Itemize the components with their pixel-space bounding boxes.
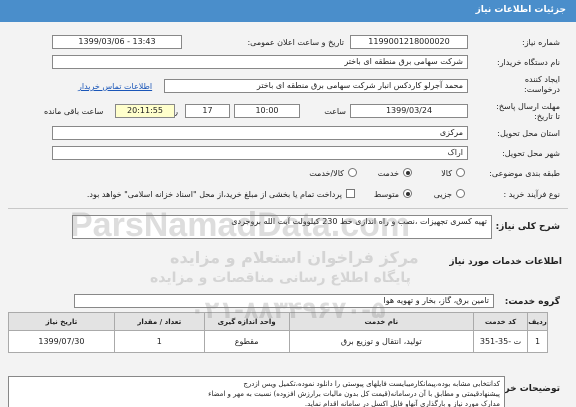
process-radio-minor[interactable] — [456, 189, 465, 198]
col-header-quantity: تعداد / مقدار — [113, 312, 205, 331]
category-radio-service[interactable] — [403, 168, 412, 177]
cell-code: ت -35-351 — [473, 330, 529, 353]
service-group-field: تامین برق، گاز، بخار و تهویه هوا — [74, 294, 494, 308]
buyer-contact-link[interactable]: اطلاعات تماس خریدار — [78, 82, 152, 91]
col-header-row: ردیف — [527, 312, 548, 331]
process-option-medium: متوسط — [373, 190, 399, 199]
divider — [8, 208, 568, 209]
process-label: نوع فرآیند خرید : — [503, 190, 560, 199]
page-title: جزئیات اطلاعات نیاز — [475, 5, 566, 15]
page-header: جزئیات اطلاعات نیاز — [0, 0, 576, 22]
city-field: اراک — [52, 146, 468, 160]
buyer-notes-field: کدانتخابی مشابه بوده،پیمانکارمیبایست فای… — [8, 376, 505, 407]
remaining-time-label: ساعت باقی مانده — [44, 107, 104, 116]
category-radio-goods-service[interactable] — [348, 168, 357, 177]
city-label: شهر محل تحویل: — [502, 149, 560, 158]
category-radio-goods[interactable] — [456, 168, 465, 177]
province-field: مرکزی — [52, 126, 468, 140]
process-option-minor: جزیی — [433, 190, 452, 199]
cell-unit: مقطوع — [203, 330, 290, 353]
need-number-field: 1199001218000020 — [350, 35, 468, 49]
creator-label: ایجاد کننده درخواست: — [524, 75, 560, 94]
province-label: استان محل تحویل: — [497, 129, 560, 138]
buyer-name-label: نام دستگاه خریدار: — [497, 58, 560, 67]
services-section-title: اطلاعات خدمات مورد نیاز — [449, 257, 562, 267]
announce-date-field: 1399/03/06 - 13:43 — [52, 35, 182, 49]
deadline-date-field: 1399/03/24 — [350, 104, 468, 118]
cell-name: تولید، انتقال و توزیع برق — [288, 330, 475, 353]
col-header-name: نام خدمت — [288, 312, 475, 331]
summary-field: تهیه کسری تجهیزات ،نصب و راه اندازی خط 2… — [72, 215, 492, 239]
details-panel: شماره نیاز: 1199001218000020 تاریخ و ساع… — [0, 22, 576, 407]
cell-row: 1 — [527, 330, 548, 353]
services-table: ردیف کد خدمت نام خدمت واحد اندازه گیری ت… — [8, 312, 548, 353]
watermark-slogan: مرکز فراخوان استعلام و مزایده — [170, 248, 419, 267]
creator-field: محمد آجرلو کاردکس انبار شرکت سهامی برق م… — [164, 79, 468, 93]
deadline-time-label: ساعت — [324, 107, 346, 116]
treasury-payment-note: پرداخت تمام یا بخشی از مبلغ خرید،از محل … — [86, 190, 342, 199]
category-option-service: خدمت — [377, 169, 399, 178]
remaining-time-field: 20:11:55 — [115, 104, 175, 118]
announce-date-label: تاریخ و ساعت اعلان عمومی: — [247, 38, 344, 47]
service-group-label: گروه خدمت: — [504, 297, 560, 307]
cell-need-date: 1399/07/30 — [8, 330, 115, 353]
treasury-payment-checkbox[interactable] — [346, 189, 355, 198]
category-option-goods-service: کالا/خدمت — [309, 169, 344, 178]
process-radio-medium[interactable] — [403, 189, 412, 198]
table-row: 1 ت -35-351 تولید، انتقال و توزیع برق مق… — [8, 330, 548, 353]
col-header-code: کد خدمت — [473, 312, 529, 331]
category-label: طبقه بندی موضوعی: — [489, 169, 560, 178]
need-number-label: شماره نیاز: — [522, 38, 560, 47]
buyer-name-field: شرکت سهامی برق منطقه ای باختر — [52, 55, 468, 69]
deadline-time-field: 10:00 — [234, 104, 300, 118]
services-table-header: ردیف کد خدمت نام خدمت واحد اندازه گیری ت… — [8, 312, 548, 331]
deadline-label: مهلت ارسال پاسخ: تا تاریخ: — [496, 102, 560, 121]
col-header-unit: واحد اندازه گیری — [203, 312, 290, 331]
days-remaining-field: 17 — [185, 104, 230, 118]
summary-label: شرح کلی نیاز: — [495, 222, 560, 232]
watermark-slogan-secondary: پایگاه اطلاع رسانی مناقصات و مزایده — [150, 270, 411, 286]
category-option-goods: کالا — [441, 169, 452, 178]
col-header-need-date: تاریخ نیاز — [8, 312, 115, 331]
cell-quantity: 1 — [113, 330, 205, 353]
